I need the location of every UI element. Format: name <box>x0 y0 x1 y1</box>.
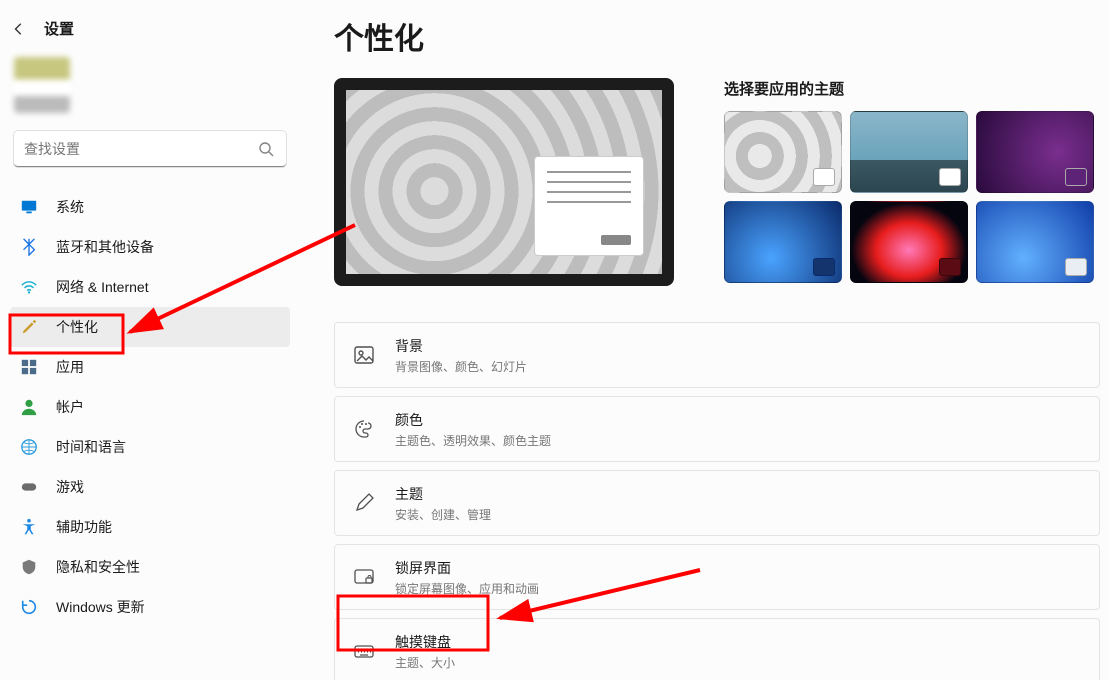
paintbrush-icon <box>20 318 38 336</box>
pen-icon <box>353 492 375 514</box>
sidebar-item-label: 系统 <box>56 197 84 217</box>
setting-item-subtitle: 安装、创建、管理 <box>395 506 491 523</box>
setting-item-title: 背景 <box>395 336 527 356</box>
setting-item-subtitle: 背景图像、颜色、幻灯片 <box>395 358 527 375</box>
sidebar-item-label: 蓝牙和其他设备 <box>56 237 154 257</box>
theme-option-2[interactable] <box>850 111 968 193</box>
bluetooth-icon <box>20 238 38 256</box>
sidebar-item-time[interactable]: 时间和语言 <box>10 427 290 467</box>
setting-item-background[interactable]: 背景背景图像、颜色、幻灯片 <box>334 322 1100 388</box>
sidebar-item-label: 网络 & Internet <box>56 277 149 297</box>
shield-icon <box>20 558 38 576</box>
sidebar-item-system[interactable]: 系统 <box>10 187 290 227</box>
setting-item-colors[interactable]: 颜色主题色、透明效果、颜色主题 <box>334 396 1100 462</box>
back-button[interactable] <box>10 20 28 38</box>
gamepad-icon <box>20 478 38 496</box>
sidebar-item-label: 帐户 <box>56 397 84 417</box>
setting-item-subtitle: 锁定屏幕图像、应用和动画 <box>395 580 539 597</box>
person-icon <box>20 398 38 416</box>
desktop-preview <box>334 78 674 286</box>
sidebar-item-accessibility[interactable]: 辅助功能 <box>10 507 290 547</box>
sidebar-item-accounts[interactable]: 帐户 <box>10 387 290 427</box>
setting-item-subtitle: 主题、大小 <box>395 654 455 671</box>
sidebar-item-bluetooth[interactable]: 蓝牙和其他设备 <box>10 227 290 267</box>
wifi-icon <box>20 278 38 296</box>
sidebar-item-privacy[interactable]: 隐私和安全性 <box>10 547 290 587</box>
setting-item-themes[interactable]: 主题安装、创建、管理 <box>334 470 1100 536</box>
monitor-icon <box>20 198 38 216</box>
themes-heading: 选择要应用的主题 <box>724 78 1100 99</box>
setting-item-title: 颜色 <box>395 410 551 430</box>
sidebar-item-label: 应用 <box>56 357 84 377</box>
setting-item-title: 触摸键盘 <box>395 632 455 652</box>
sidebar-item-label: 隐私和安全性 <box>56 557 140 577</box>
setting-item-title: 锁屏界面 <box>395 558 539 578</box>
setting-item-subtitle: 主题色、透明效果、颜色主题 <box>395 432 551 449</box>
nav-list: 系统蓝牙和其他设备网络 & Internet 个性化应用帐户时间和语言游戏辅助功能… <box>10 187 290 627</box>
sidebar-item-label: 辅助功能 <box>56 517 112 537</box>
setting-item-touchkeyboard[interactable]: 触摸键盘主题、大小 <box>334 618 1100 680</box>
update-icon <box>20 598 38 616</box>
theme-option-4[interactable] <box>724 201 842 283</box>
theme-option-6[interactable] <box>976 201 1094 283</box>
setting-item-lockscreen[interactable]: 锁屏界面锁定屏幕图像、应用和动画 <box>334 544 1100 610</box>
accessibility-icon <box>20 518 38 536</box>
theme-option-5[interactable] <box>850 201 968 283</box>
apps-icon <box>20 358 38 376</box>
personalization-items: 背景背景图像、颜色、幻灯片颜色主题色、透明效果、颜色主题主题安装、创建、管理锁屏… <box>334 322 1100 680</box>
search-icon <box>258 141 274 157</box>
sidebar-item-network[interactable]: 网络 & Internet <box>10 267 290 307</box>
search-input[interactable] <box>14 131 286 167</box>
lockscreen-icon <box>353 566 375 588</box>
page-title: 个性化 <box>334 14 1100 58</box>
image-icon <box>353 344 375 366</box>
themes-grid <box>724 111 1100 283</box>
palette-icon <box>353 418 375 440</box>
app-title: 设置 <box>44 18 74 39</box>
user-avatar[interactable] <box>14 57 70 113</box>
sidebar-item-label: Windows 更新 <box>56 597 145 617</box>
sidebar-item-gaming[interactable]: 游戏 <box>10 467 290 507</box>
sidebar-item-update[interactable]: Windows 更新 <box>10 587 290 627</box>
globe-time-icon <box>20 438 38 456</box>
theme-option-1[interactable] <box>724 111 842 193</box>
sidebar-item-label: 游戏 <box>56 477 84 497</box>
sidebar-item-personalization[interactable]: 个性化 <box>10 307 290 347</box>
sidebar-item-label: 个性化 <box>56 317 98 337</box>
theme-option-3[interactable] <box>976 111 1094 193</box>
keyboard-icon <box>353 640 375 662</box>
sidebar-item-apps[interactable]: 应用 <box>10 347 290 387</box>
sidebar-item-label: 时间和语言 <box>56 437 126 457</box>
setting-item-title: 主题 <box>395 484 491 504</box>
